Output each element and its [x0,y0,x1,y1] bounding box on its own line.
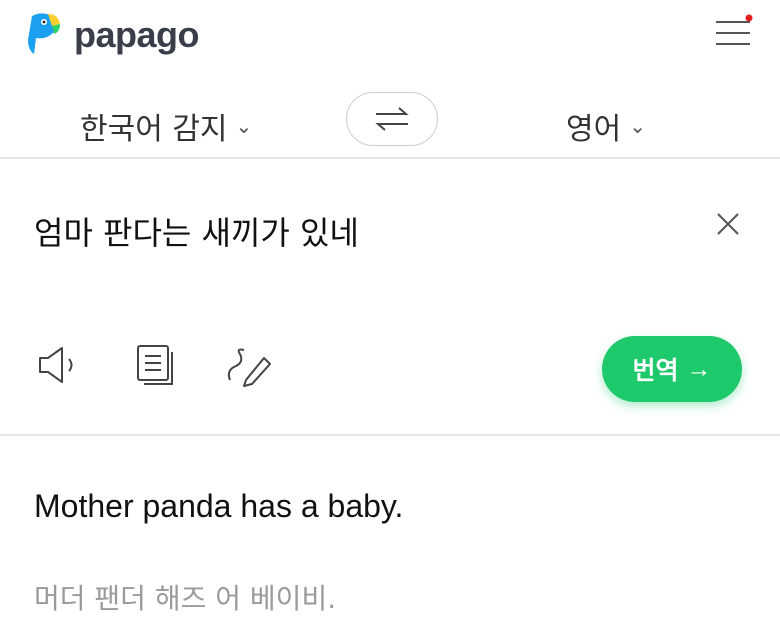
app-header: papago [0,0,780,70]
copy-icon [137,345,173,385]
copy-button[interactable] [130,340,180,390]
translation-output: Mother panda has a baby. [34,488,404,524]
parrot-logo-icon [28,13,60,54]
target-language-label: 영어 [566,112,622,147]
close-icon [717,213,739,235]
language-bar: 한국어 감지 ⌄ 영어 ⌄ [0,86,780,158]
handwriting-icon [227,348,271,387]
source-text-input[interactable]: 엄마 판다는 새끼가 있네 [34,208,359,254]
speak-button[interactable] [36,340,86,390]
handwriting-button[interactable] [224,340,274,390]
notification-dot [745,14,753,22]
brand-name: papago [74,14,200,55]
target-language-selector[interactable]: 영어 ⌄ [566,104,646,148]
swap-languages-button[interactable] [346,92,438,146]
source-language-label: 한국어 감지 [80,112,228,147]
chevron-down-icon: ⌄ [629,114,646,138]
papago-logo[interactable]: papago [24,10,200,60]
pronunciation-text: 머더 팬더 해즈 어 베이비. [34,582,337,615]
speaker-icon [39,347,73,383]
menu-button[interactable] [712,14,756,50]
swap-arrows-icon [375,107,409,131]
clear-button[interactable] [710,206,746,242]
hamburger-icon [716,14,753,45]
divider [0,434,780,436]
source-language-selector[interactable]: 한국어 감지 ⌄ [80,104,252,148]
translate-button-label: 번역 [632,357,679,385]
arrow-right-icon: → [686,354,712,383]
divider [0,157,780,159]
input-toolbar [36,340,274,390]
chevron-down-icon: ⌄ [235,114,253,138]
translate-button[interactable]: 번역 → [602,336,742,402]
